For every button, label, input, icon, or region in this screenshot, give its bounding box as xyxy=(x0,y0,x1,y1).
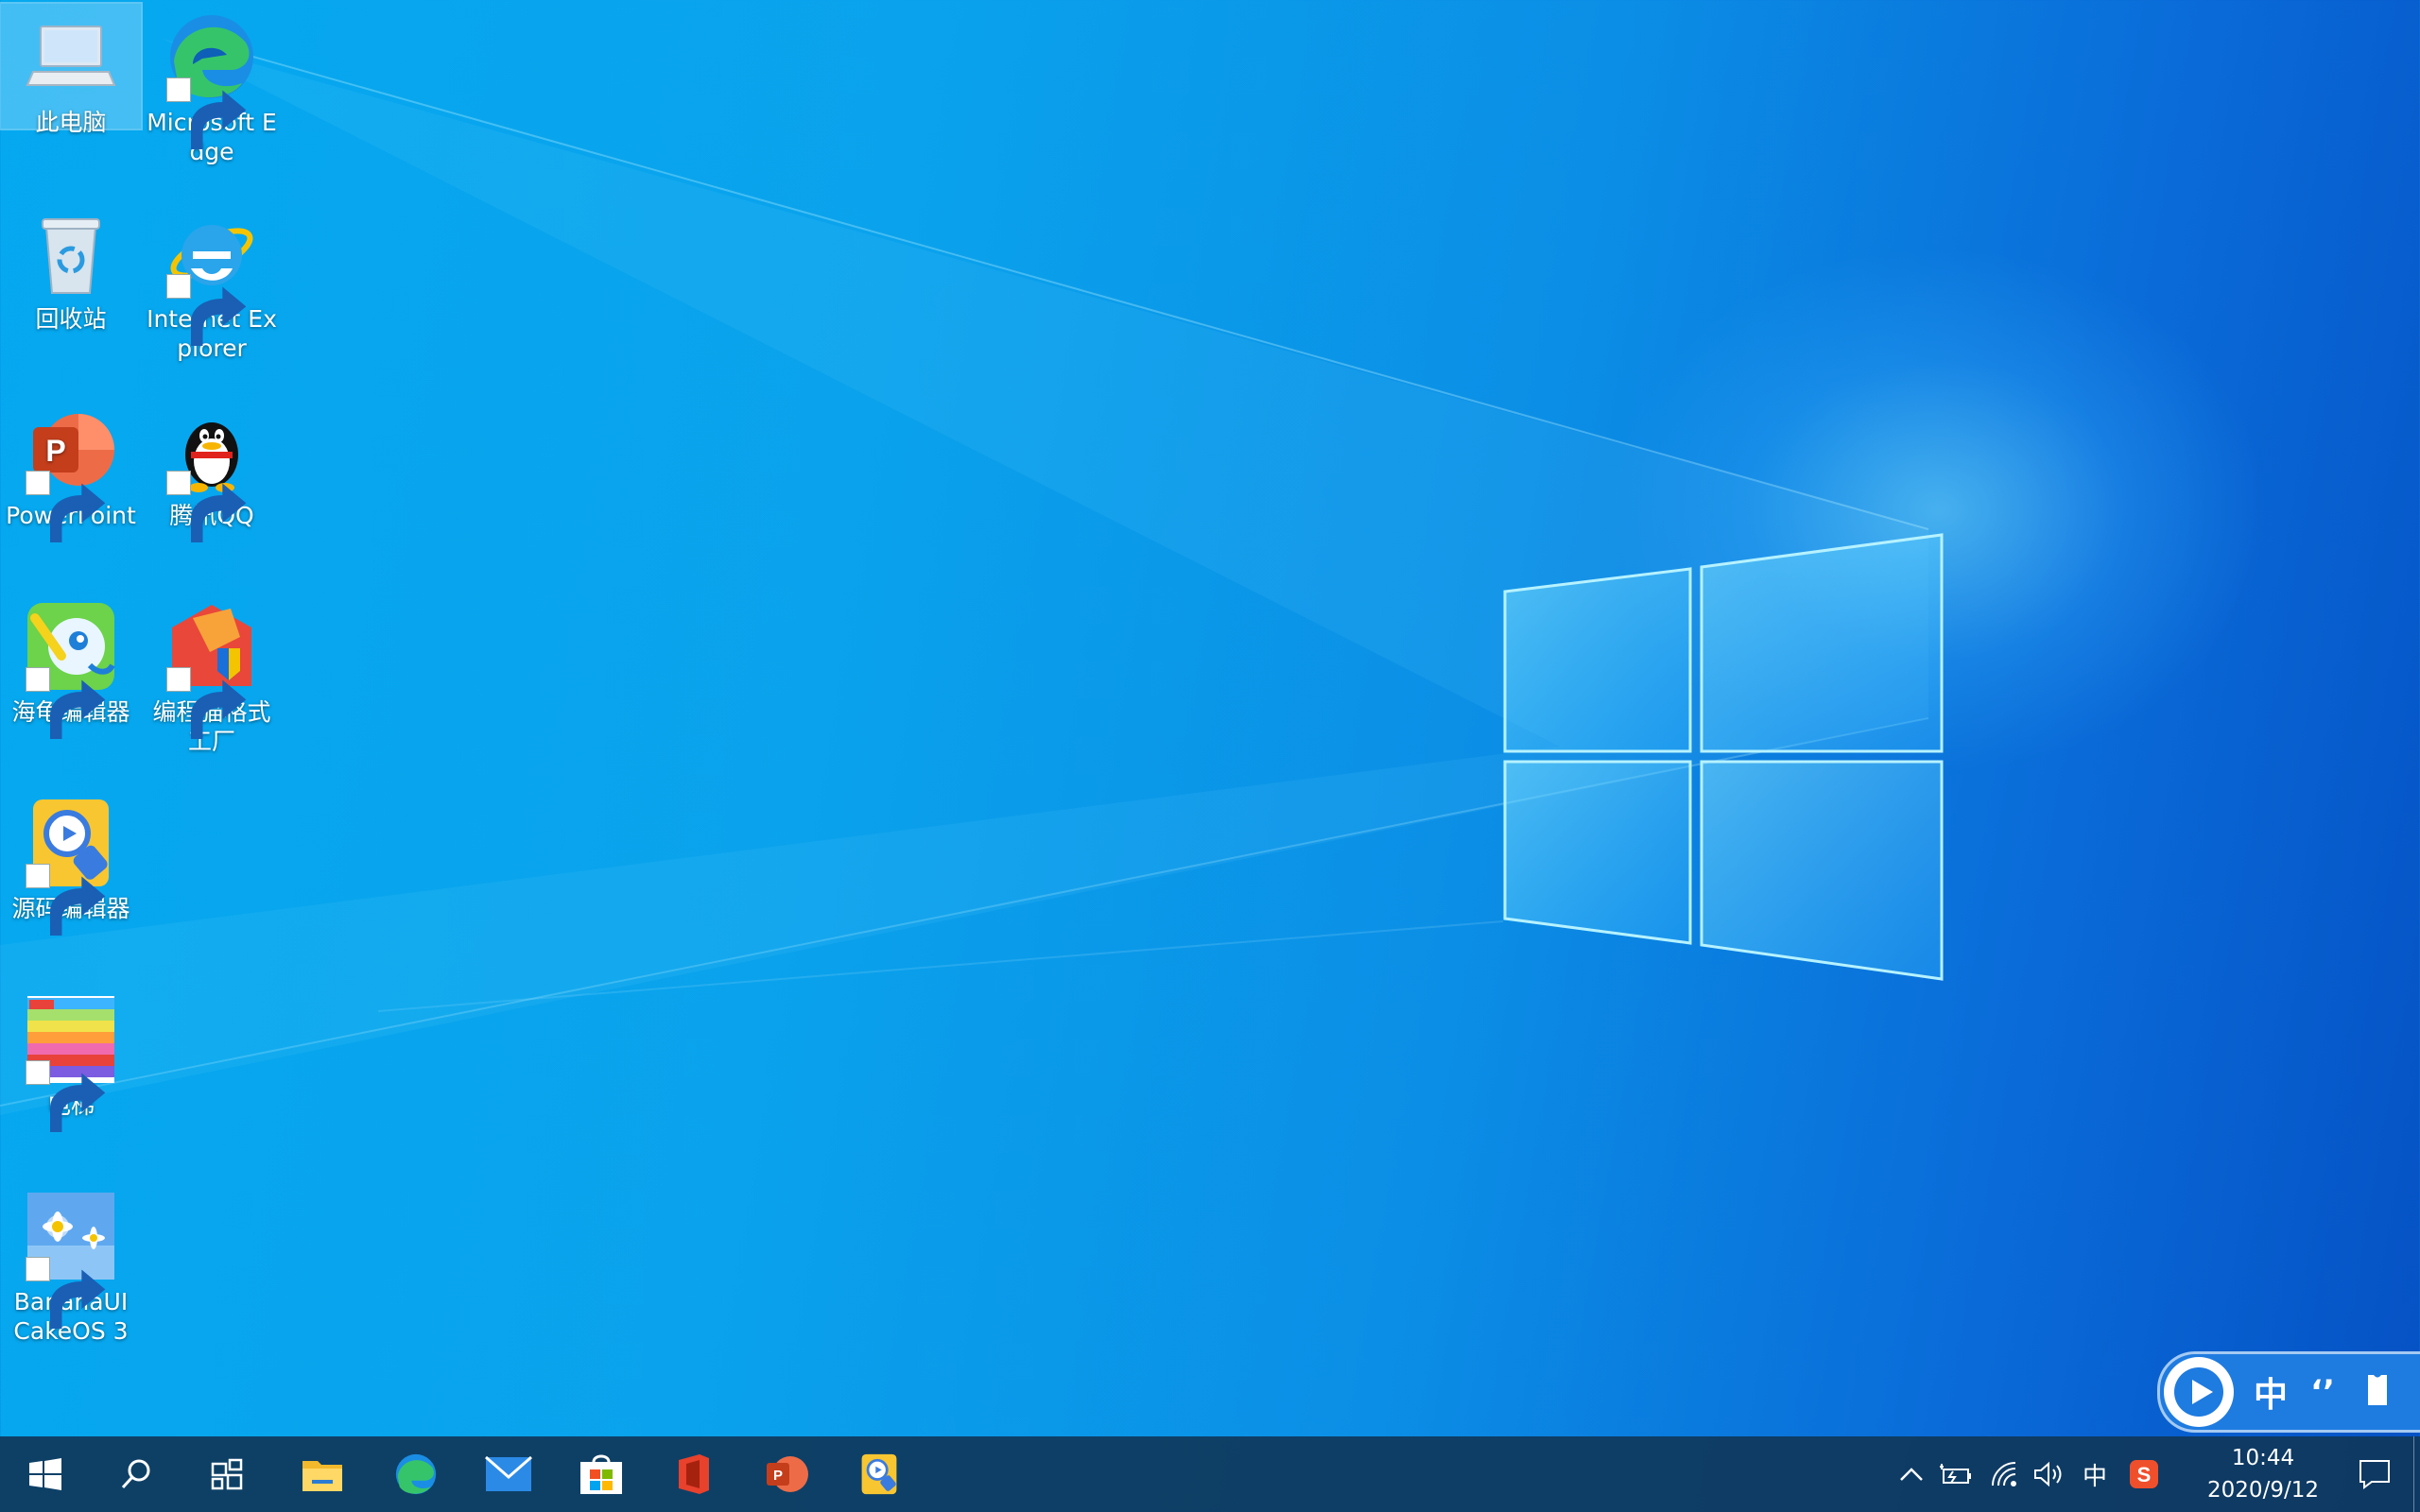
desktop-icon-powerpoint[interactable]: P PowerPoint xyxy=(1,397,141,542)
desktop-icon-internet-explorer[interactable]: Internet Explorer xyxy=(142,200,282,363)
volume-icon xyxy=(2034,1461,2062,1487)
shortcut-arrow-icon xyxy=(166,471,247,542)
clock-date: 2020/9/12 xyxy=(2207,1478,2319,1503)
mail-icon xyxy=(485,1456,532,1491)
shortcut-arrow-icon xyxy=(26,667,106,739)
taskbar-source-code-editor[interactable] xyxy=(834,1436,925,1512)
taskbar-powerpoint[interactable]: P xyxy=(741,1436,832,1512)
taskbar-store[interactable] xyxy=(556,1436,647,1512)
shortcut-arrow-icon xyxy=(26,864,106,936)
ime-toolbar[interactable]: 中 ‘’ xyxy=(2157,1351,2420,1433)
recycle-bin-icon xyxy=(42,218,100,294)
desktop-icon-source-code-editor[interactable]: 源码编辑器 xyxy=(1,790,141,936)
chevron-up-icon xyxy=(1900,1468,1923,1481)
shortcut-arrow-icon xyxy=(26,471,106,542)
network-button[interactable] xyxy=(1983,1436,2025,1512)
powerpoint-icon: P xyxy=(767,1456,808,1492)
task-view-icon xyxy=(211,1458,243,1490)
taskbar-mail[interactable] xyxy=(463,1436,554,1512)
input-language-indicator[interactable]: 中 xyxy=(2076,1436,2114,1512)
shortcut-arrow-icon xyxy=(166,274,247,346)
punctuation-icon[interactable]: ‘’ xyxy=(2304,1373,2342,1411)
wifi-icon xyxy=(1992,1462,2016,1486)
svg-text:P: P xyxy=(45,434,65,468)
clothes-icon[interactable] xyxy=(2359,1371,2396,1413)
store-icon xyxy=(580,1454,622,1494)
battery-button[interactable] xyxy=(1936,1436,1978,1512)
taskbar-office[interactable] xyxy=(648,1436,739,1512)
desktop-icon-grid: 此电脑 Microsoft Edge 回收站 Internet Explorer xyxy=(0,0,302,1418)
battery-icon xyxy=(1940,1464,1971,1484)
taskbar-edge[interactable] xyxy=(371,1436,461,1512)
edge-icon xyxy=(395,1453,437,1495)
source-code-editor-icon xyxy=(861,1453,897,1495)
sogou-input-button[interactable]: S xyxy=(2125,1436,2163,1512)
shortcut-arrow-icon xyxy=(26,1060,106,1132)
svg-text:S: S xyxy=(2137,1463,2152,1486)
windows-logo-wallpaper xyxy=(1503,533,1944,981)
desktop-icon-label: 此电脑 xyxy=(35,109,107,136)
notification-icon xyxy=(2360,1460,2390,1489)
desktop-icon-codemao-format-factory[interactable]: 编程猫格式工厂 xyxy=(142,593,282,756)
volume-button[interactable] xyxy=(2029,1436,2070,1512)
desktop-icon-label: 回收站 xyxy=(35,305,107,333)
taskbar: P 中 S 10:44 2020/9/12 xyxy=(0,1436,2420,1512)
start-button[interactable] xyxy=(0,1436,91,1512)
task-view-button[interactable] xyxy=(182,1436,272,1512)
shortcut-arrow-icon xyxy=(166,77,247,149)
desktop-icon-turtle-editor[interactable]: 海龟编辑器 xyxy=(1,593,141,739)
desktop-icon-recycle-bin[interactable]: 回收站 xyxy=(1,200,141,334)
play-icon[interactable] xyxy=(2164,1357,2234,1427)
office-icon xyxy=(679,1454,709,1494)
wallpaper-beams xyxy=(0,38,1929,1115)
clock[interactable]: 10:44 2020/9/12 xyxy=(2197,1442,2329,1506)
search-icon xyxy=(121,1459,150,1489)
start-windows-icon xyxy=(29,1458,61,1490)
clock-time: 10:44 xyxy=(2231,1446,2295,1470)
show-hidden-icons-button[interactable] xyxy=(1894,1436,1928,1512)
taskbar-file-explorer[interactable] xyxy=(277,1436,368,1512)
this-pc-icon xyxy=(26,26,116,86)
show-desktop-button[interactable] xyxy=(2413,1436,2420,1512)
search-button[interactable] xyxy=(91,1436,182,1512)
desktop-icon-microsoft-edge[interactable]: Microsoft Edge xyxy=(142,4,282,166)
desktop-icon-bananaui-cakeos[interactable]: BananaUI CakeOS 3 xyxy=(1,1183,141,1346)
input-language-label: 中 xyxy=(2082,1462,2107,1491)
file-explorer-icon xyxy=(302,1461,342,1491)
svg-text:P: P xyxy=(773,1468,783,1484)
desktop-icon-qq[interactable]: 腾讯QQ xyxy=(142,397,282,542)
chinese-mode-label[interactable]: 中 xyxy=(2249,1367,2292,1417)
desktop-icon-this-pc[interactable]: 此电脑 xyxy=(0,2,143,136)
shortcut-arrow-icon xyxy=(166,667,247,739)
shortcut-arrow-icon xyxy=(26,1257,106,1329)
action-center-button[interactable] xyxy=(2346,1436,2403,1512)
desktop-icon-elevator[interactable]: 电梯 xyxy=(1,987,141,1132)
sogou-icon: S xyxy=(2130,1460,2158,1488)
